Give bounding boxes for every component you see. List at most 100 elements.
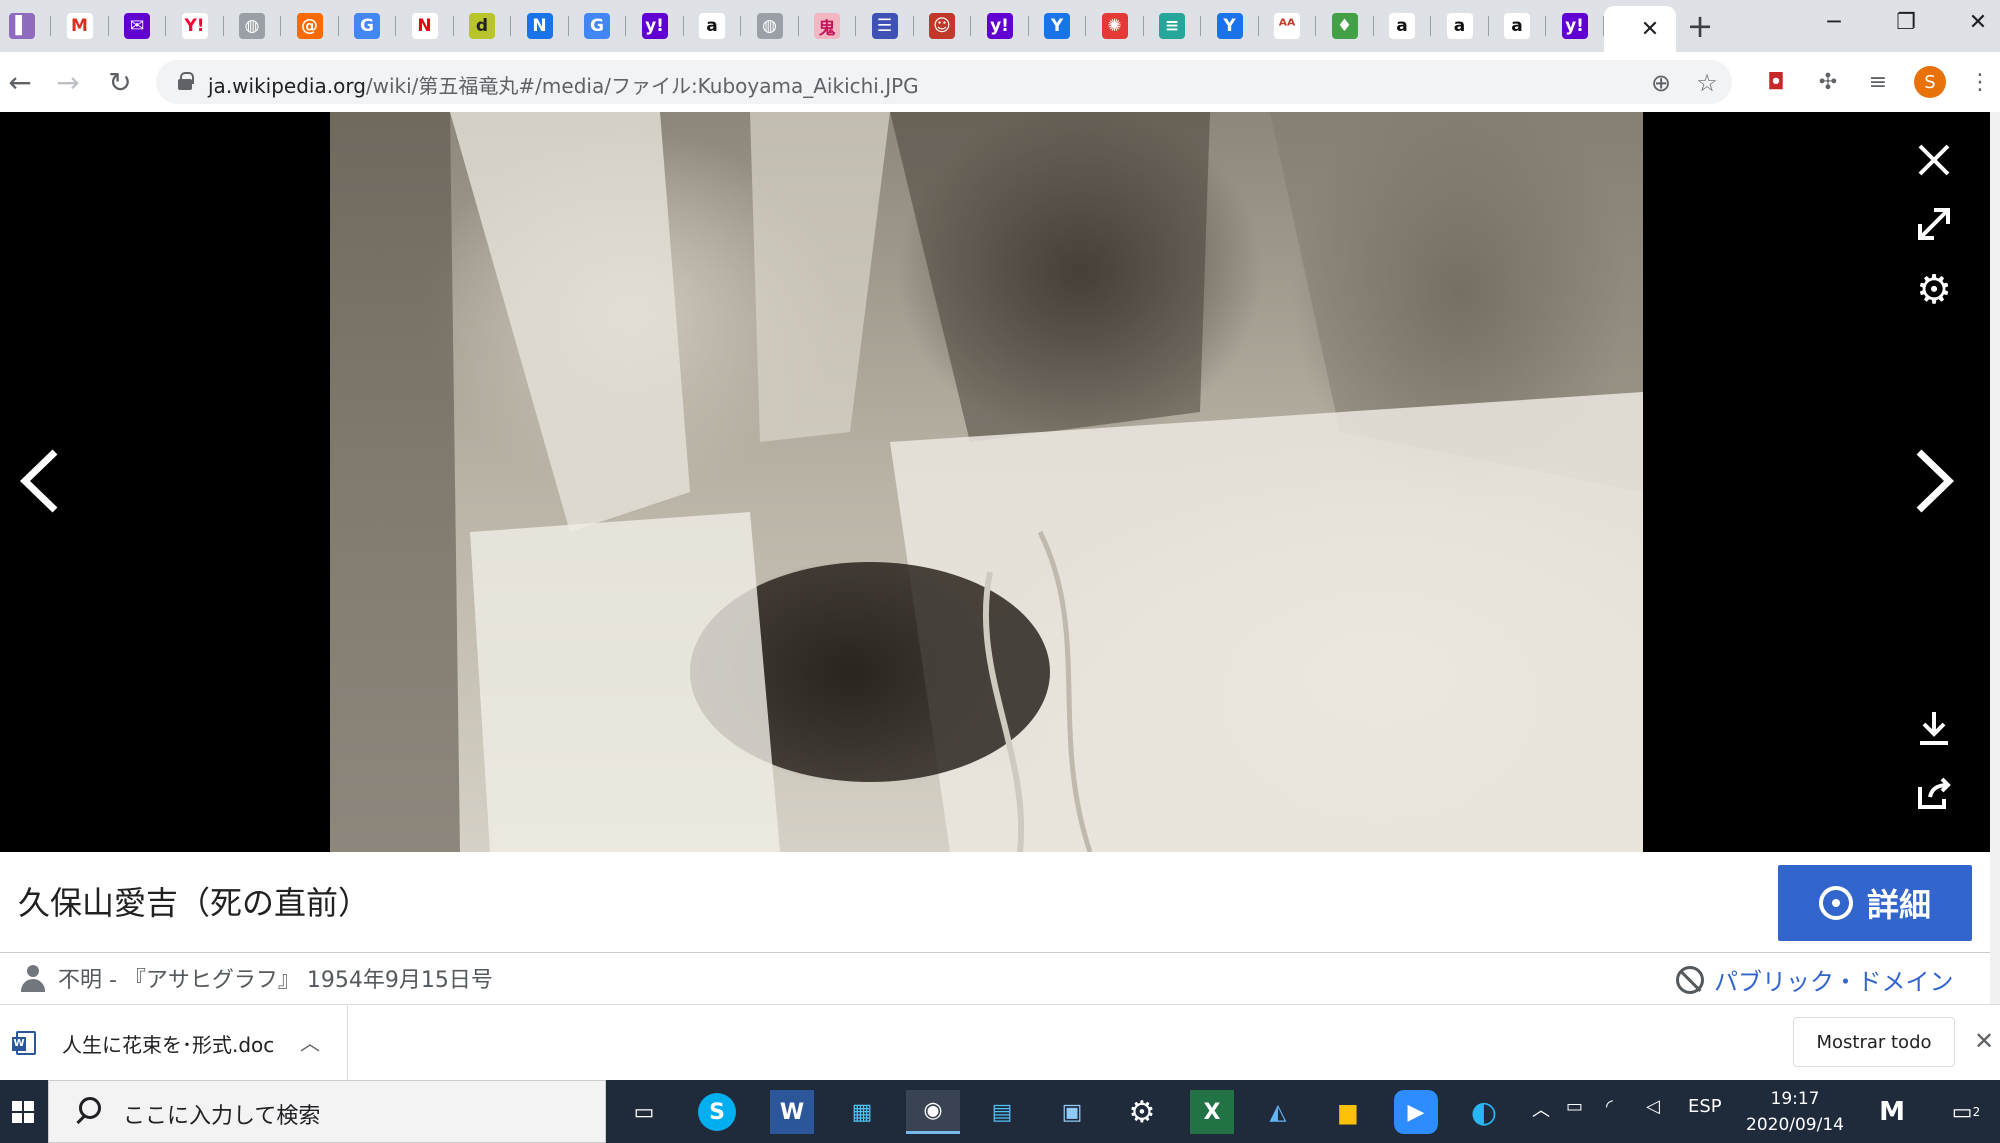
amazon-icon: a [1389, 13, 1415, 39]
browser-tab[interactable]: y! [633, 8, 684, 44]
aa-icon: ᴬᴬ [1274, 13, 1300, 39]
browser-tab[interactable]: a [1495, 8, 1546, 44]
volume-icon[interactable]: ◁ [1646, 1096, 1660, 1117]
address-bar[interactable]: ja.wikipedia.org/wiki/第五福竜丸#/media/ファイル:… [156, 60, 1732, 104]
browser-tab[interactable]: Y! [173, 8, 224, 44]
browser-tab[interactable]: d [460, 8, 511, 44]
back-button[interactable]: ← [2, 64, 38, 100]
profile-avatar[interactable]: S [1914, 66, 1946, 98]
taskbar: ここに入力して検索 ▭ S W ▦ ◉ ▤ ▣ ⚙ X ◭ ▆ ▶ ◐ ︿ ▭ … [0, 1080, 2000, 1143]
details-icon [1818, 886, 1853, 920]
active-tab[interactable]: ✕ [1604, 6, 1676, 52]
browser-tab[interactable]: ◍ [748, 8, 799, 44]
word-icon[interactable]: W [770, 1090, 814, 1134]
close-viewer-icon[interactable] [1914, 140, 1954, 180]
browser-tab[interactable]: M [58, 8, 109, 44]
details-button[interactable]: 詳細 [1778, 865, 1972, 941]
extensions-puzzle-icon[interactable]: ✣ [1812, 66, 1844, 98]
browser-tab[interactable]: ☰ [863, 8, 914, 44]
amazon-icon: a [699, 13, 725, 39]
excel-icon[interactable]: X [1190, 1090, 1234, 1134]
reload-button[interactable]: ↻ [102, 64, 138, 100]
download-file-name[interactable]: 人生に花束を･形式.doc [62, 1029, 274, 1058]
browser-tab[interactable]: a [690, 8, 741, 44]
control-panel-icon[interactable]: ▣ [1050, 1090, 1094, 1134]
browser-tab[interactable]: G [575, 8, 626, 44]
calendar-icon[interactable]: ▦ [840, 1090, 884, 1134]
browser-tab[interactable]: y! [1553, 8, 1604, 44]
browser-tab[interactable]: N [403, 8, 454, 44]
browser-tab[interactable]: ✺ [1093, 8, 1144, 44]
y-icon: Y [1044, 13, 1070, 39]
calculator-icon[interactable]: ▤ [980, 1090, 1024, 1134]
taskbar-search[interactable]: ここに入力して検索 [48, 1080, 606, 1143]
skype-icon[interactable]: S [698, 1093, 736, 1131]
language-indicator[interactable]: ESP [1688, 1096, 1722, 1117]
settings-gear-icon[interactable]: ⚙ [1914, 267, 1954, 313]
browser-tab[interactable]: ☺ [920, 8, 971, 44]
details-button-label: 詳細 [1866, 886, 1931, 924]
browser-tab[interactable]: ✉ [115, 8, 166, 44]
gmail-taskbar-icon[interactable]: M [1870, 1090, 1914, 1134]
browser-tab[interactable]: a [1438, 8, 1489, 44]
share-icon[interactable] [1914, 774, 1954, 814]
fullscreen-icon[interactable] [1914, 204, 1954, 244]
edge-icon[interactable]: ◐ [1462, 1090, 1506, 1134]
download-item[interactable]: 人生に花束を･形式.doc ︿ [0, 1005, 348, 1081]
face-icon: ☺ [929, 13, 955, 39]
browser-tab[interactable]: ▌ [0, 8, 51, 44]
zoom-app-icon[interactable]: ▶ [1394, 1090, 1438, 1134]
close-tab-icon[interactable]: ✕ [1641, 17, 1659, 42]
browser-tab[interactable]: ᴬᴬ [1265, 8, 1316, 44]
lock-icon[interactable] [178, 72, 194, 90]
browser-tab[interactable]: N [518, 8, 569, 44]
page-scrollbar[interactable] [1990, 112, 2000, 1004]
clock-date: 2020/09/14 [1746, 1115, 1844, 1135]
browser-tab[interactable]: Y [1035, 8, 1086, 44]
browser-tab[interactable]: ♦ [1323, 8, 1374, 44]
window-close-button[interactable]: ✕ [1950, 0, 2000, 44]
scanner-icon[interactable]: ◭ [1256, 1090, 1300, 1134]
wifi-icon[interactable]: ◜ [1606, 1096, 1613, 1117]
show-hidden-icons-chevron-icon[interactable]: ︿ [1532, 1096, 1550, 1122]
yahoo-y-icon: y! [641, 13, 668, 39]
settings-icon[interactable]: ⚙ [1120, 1090, 1164, 1134]
show-all-button[interactable]: Mostrar todo [1793, 1017, 1955, 1067]
restore-button[interactable]: ❐ [1878, 0, 1934, 44]
browser-tab[interactable]: 鬼 [805, 8, 856, 44]
browser-tab[interactable]: ◍ [230, 8, 281, 44]
media-control-icon[interactable]: ≡ [1862, 66, 1894, 98]
chrome-icon[interactable]: ◉ [906, 1090, 960, 1134]
clock[interactable]: 19:17 2020/09/14 [1740, 1086, 1850, 1138]
browser-tab[interactable]: ≡ [1150, 8, 1201, 44]
chevron-up-icon[interactable]: ︿ [300, 1027, 320, 1056]
task-view-icon[interactable]: ▭ [622, 1090, 666, 1134]
browser-tab[interactable]: @ [288, 8, 339, 44]
browser-tab[interactable]: Y [1208, 8, 1259, 44]
url-text[interactable]: ja.wikipedia.org/wiki/第五福竜丸#/media/ファイル:… [208, 70, 919, 99]
notifications-icon[interactable]: ▭ 2 [1944, 1090, 1988, 1134]
battery-icon[interactable]: ▭ [1566, 1096, 1583, 1117]
previous-image-icon[interactable] [14, 446, 64, 516]
license-link[interactable]: パブリック・ドメイン [1714, 962, 1954, 997]
close-downloads-icon[interactable]: ✕ [1974, 1027, 1994, 1055]
browser-tab[interactable]: G [345, 8, 396, 44]
browser-tab[interactable]: y! [978, 8, 1029, 44]
download-icon[interactable] [1914, 708, 1954, 748]
pocket-extension-icon[interactable]: ◘ [1760, 66, 1792, 98]
file-explorer-icon[interactable]: ▆ [1326, 1090, 1370, 1134]
zoom-icon[interactable]: ⊕ [1646, 68, 1676, 98]
image-title: 久保山愛吉（死の直前） [18, 884, 371, 922]
start-button[interactable] [0, 1080, 46, 1143]
downloads-bar: 人生に花束を･形式.doc ︿ Mostrar todo ✕ [0, 1004, 2000, 1081]
d-icon: d [469, 13, 495, 39]
bookmark-star-icon[interactable]: ☆ [1692, 68, 1722, 98]
photo-illustration [330, 112, 1643, 852]
browser-tab[interactable]: a [1380, 8, 1431, 44]
minimize-button[interactable]: ─ [1806, 0, 1862, 44]
menu-kebab-icon[interactable]: ⋮ [1964, 66, 1996, 98]
forward-button[interactable]: → [50, 64, 86, 100]
yahoo-icon: Y! [181, 13, 208, 39]
next-image-icon[interactable] [1910, 446, 1960, 516]
new-tab-button[interactable]: + [1682, 7, 1718, 45]
